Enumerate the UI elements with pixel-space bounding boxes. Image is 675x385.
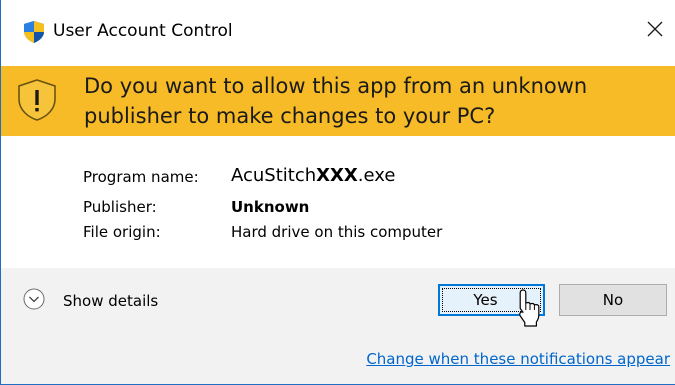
window-title: User Account Control	[53, 21, 233, 41]
publisher-label: Publisher:	[83, 198, 157, 216]
uac-dialog: User Account Control Do you want to allo…	[0, 0, 675, 385]
close-icon[interactable]	[640, 14, 670, 44]
show-details-button[interactable]: Show details	[63, 292, 158, 310]
uac-shield-icon	[24, 21, 44, 43]
program-name-prefix: AcuStitch	[231, 165, 317, 186]
program-name-suffix: .exe	[357, 165, 396, 186]
no-button-label: No	[602, 291, 624, 309]
banner-question-line-1: Do you want to allow this app from an un…	[84, 74, 588, 98]
program-name-label: Program name:	[83, 168, 199, 186]
program-name-bold: XXX	[316, 165, 358, 186]
file-origin-value: Hard drive on this computer	[231, 223, 443, 241]
banner-question-line-2: publisher to make changes to your PC?	[84, 104, 496, 128]
file-origin-label: File origin:	[83, 223, 161, 241]
change-notifications-link[interactable]: Change when these notifications appear	[366, 350, 670, 368]
publisher-value: Unknown	[231, 198, 310, 216]
title-bar: User Account Control	[1, 0, 675, 66]
no-button[interactable]: No	[559, 284, 667, 316]
yes-button-label: Yes	[473, 291, 498, 309]
program-name-value: AcuStitchXXX.exe	[231, 165, 395, 186]
warning-shield-icon	[18, 79, 56, 121]
warning-banner: Do you want to allow this app from an un…	[1, 66, 675, 136]
dialog-footer: Show details Yes No Change when these no…	[1, 268, 675, 384]
chevron-down-circle-icon[interactable]	[23, 288, 45, 310]
mouse-pointer-icon	[519, 289, 540, 327]
